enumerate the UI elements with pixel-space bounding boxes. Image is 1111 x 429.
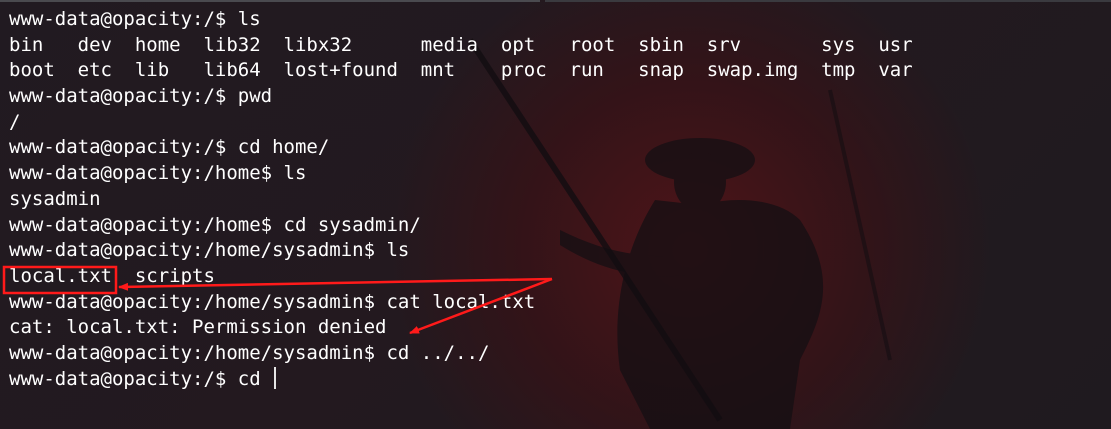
terminal-line: / [9,110,21,133]
terminal-line: bin dev home lib32 libx32 media opt root… [9,33,913,56]
text-cursor [274,366,277,389]
terminal-current-command[interactable]: www-data@opacity:/$ cd [9,368,272,390]
terminal-line: sysadmin [9,187,101,210]
terminal-line: www-data@opacity:/home/sysadmin$ cd ../.… [9,341,490,364]
terminal-line: www-data@opacity:/home$ ls [9,162,307,185]
terminal-line: www-data@opacity:/home/sysadmin$ cat loc… [9,290,536,313]
terminal-line: www-data@opacity:/home$ cd sysadmin/ [9,213,421,236]
terminal-prompt-line[interactable]: www-data@opacity:/$ cd [9,366,913,393]
terminal-line: www-data@opacity:/home/sysadmin$ ls [9,239,410,262]
terminal-line: www-data@opacity:/$ ls [9,8,261,30]
terminal-line: www-data@opacity:/$ pwd [9,85,273,108]
terminal-window[interactable]: www-data@opacity:/$ ls bin dev home lib32… [0,0,1111,429]
terminal-line: www-data@opacity:/$ cd home/ [9,136,330,159]
terminal-output[interactable]: www-data@opacity:/$ ls bin dev home lib32… [9,7,913,392]
terminal-line: cat: local.txt: Permission denied [9,316,387,339]
terminal-line: local.txt scripts [9,264,215,287]
terminal-line: boot etc lib lib64 lost+found mnt proc r… [9,59,913,82]
